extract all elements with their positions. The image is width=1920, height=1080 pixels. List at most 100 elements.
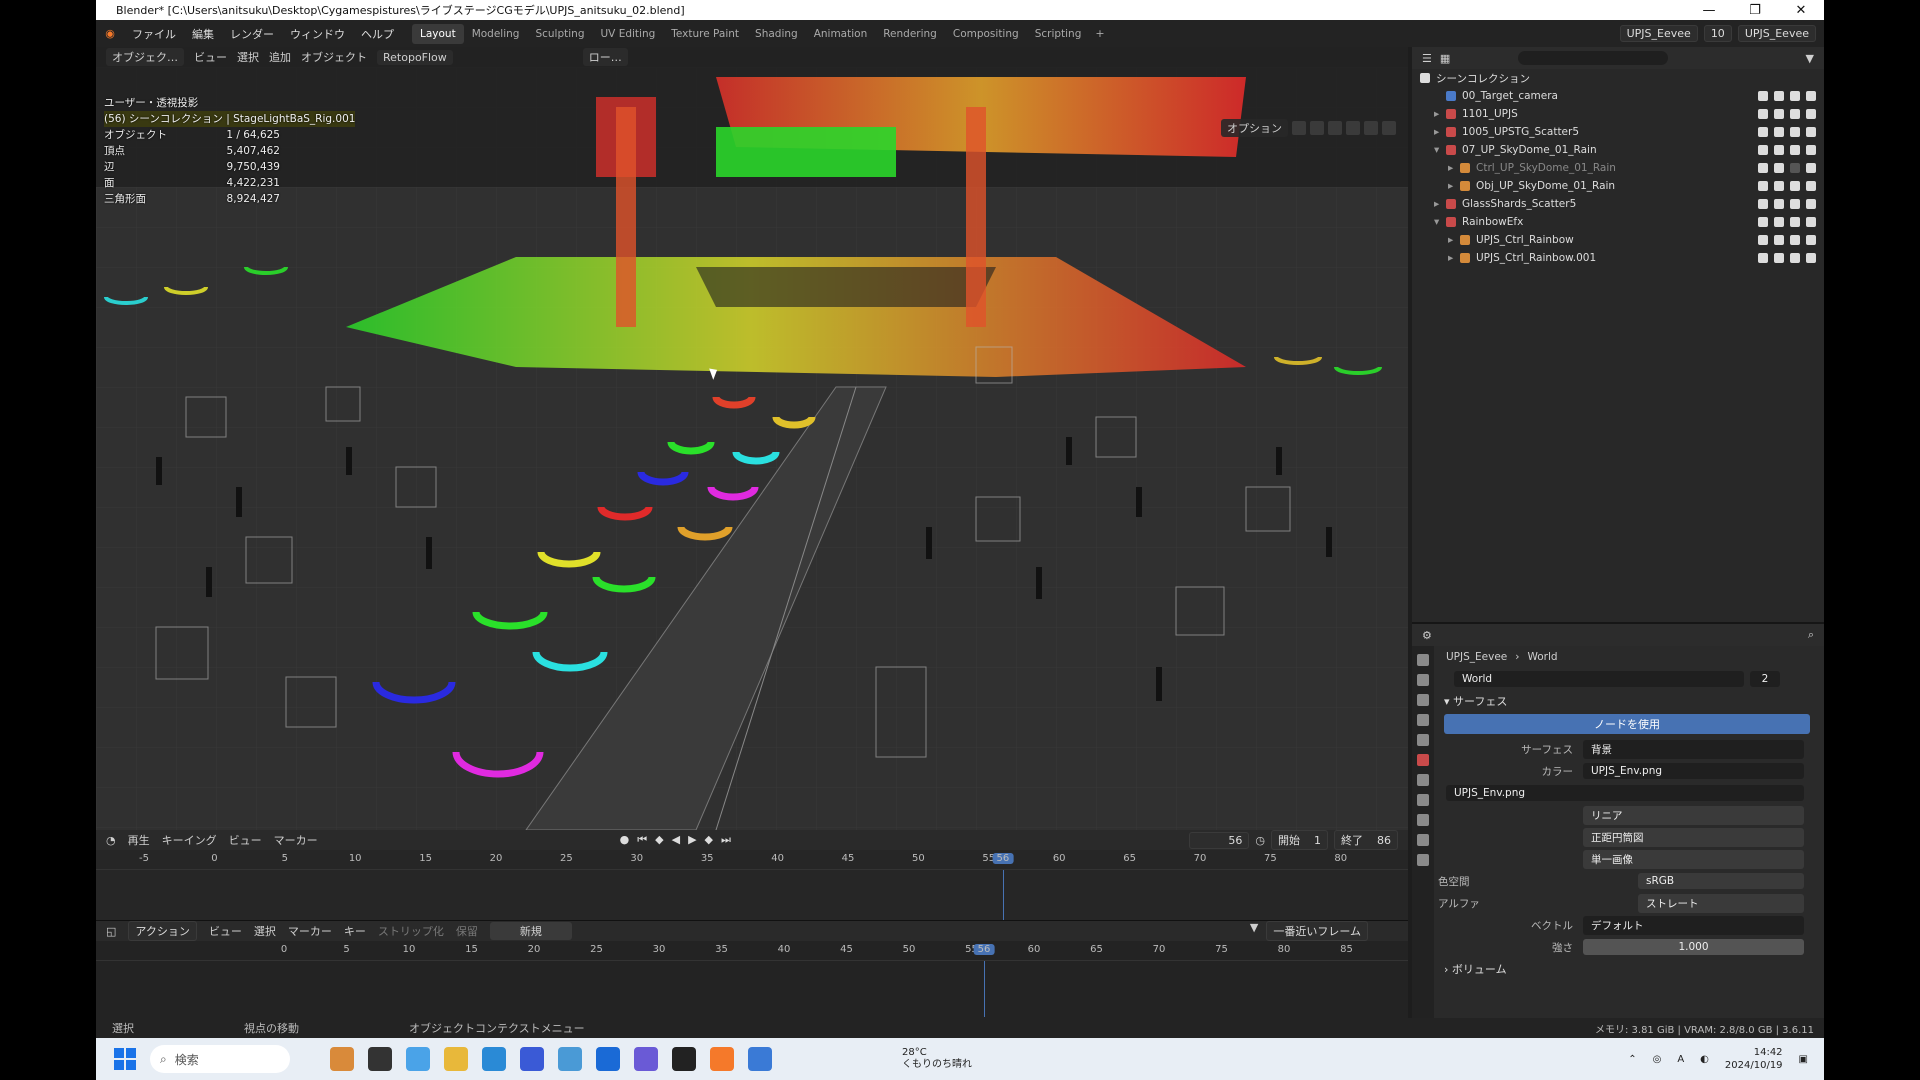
expand-arrow-icon[interactable]: ▾: [1434, 144, 1446, 156]
scene-collection-row[interactable]: シーンコレクション: [1412, 69, 1824, 87]
xray-toggle-icon[interactable]: [1328, 121, 1342, 135]
push-down-button[interactable]: ストリップ化: [378, 923, 444, 939]
action-menu-view[interactable]: ビュー: [209, 923, 242, 939]
workspace-tab[interactable]: UV Editing: [593, 24, 664, 44]
app-icon[interactable]: [558, 1047, 582, 1071]
mode-selector[interactable]: オブジェク…: [106, 48, 184, 66]
projection-dropdown[interactable]: 正距円筒図: [1583, 827, 1804, 847]
checkbox-icon[interactable]: [1758, 145, 1768, 155]
menu-item[interactable]: ファイル: [124, 28, 184, 41]
outliner-row[interactable]: ▸ 1005_UPSTG_Scatter5: [1412, 123, 1824, 141]
breadcrumb-scene[interactable]: UPJS_Eevee: [1438, 651, 1507, 663]
expand-arrow-icon[interactable]: ▸: [1448, 234, 1460, 246]
workspace-tab[interactable]: Rendering: [875, 24, 945, 44]
select-icon[interactable]: [1774, 163, 1784, 173]
blender-logo-icon[interactable]: ◉: [96, 27, 124, 40]
prev-key-icon[interactable]: ◆: [655, 833, 663, 847]
workspace-tab[interactable]: Shading: [747, 24, 806, 44]
render-icon[interactable]: [1806, 127, 1816, 137]
properties-editor[interactable]: ⚙ ⌕ UPJS_Eevee › World World 2 ▾ サーフェス ノ…: [1412, 622, 1824, 1020]
expand-arrow-icon[interactable]: ▸: [1434, 198, 1446, 210]
select-icon[interactable]: [1774, 181, 1784, 191]
workspace-tab[interactable]: Modeling: [464, 24, 528, 44]
checkbox-icon[interactable]: [1758, 91, 1768, 101]
render-icon[interactable]: [1806, 199, 1816, 209]
color-space-dropdown[interactable]: sRGB: [1638, 873, 1804, 889]
physics-tab-icon[interactable]: [1417, 814, 1429, 826]
file-explorer-icon[interactable]: [444, 1047, 468, 1071]
expand-arrow-icon[interactable]: ▸: [1434, 126, 1446, 138]
expand-arrow-icon[interactable]: ▾: [1434, 216, 1446, 228]
network-icon[interactable]: ◎: [1653, 1054, 1662, 1065]
outliner-row[interactable]: ▸ UPJS_Ctrl_Rainbow: [1412, 231, 1824, 249]
jump-end-icon[interactable]: ⏭: [721, 833, 731, 847]
volume-panel-header[interactable]: › ボリューム: [1438, 958, 1820, 980]
select-icon[interactable]: [1774, 199, 1784, 209]
weather-widget[interactable]: 28°C くもりのち晴れ: [902, 1047, 972, 1071]
workspace-tab[interactable]: Scripting: [1027, 24, 1090, 44]
notification-icon[interactable]: ▣: [1799, 1054, 1808, 1065]
output-tab-icon[interactable]: [1417, 694, 1429, 706]
visibility-icon[interactable]: [1790, 127, 1800, 137]
outliner-search-input[interactable]: [1518, 51, 1669, 65]
tray-chevron-icon[interactable]: ⌃: [1628, 1054, 1636, 1065]
menu-item[interactable]: ヘルプ: [353, 28, 402, 41]
action-menu-marker[interactable]: マーカー: [288, 923, 332, 939]
playhead-frame-label[interactable]: 56: [973, 944, 995, 955]
material-shading-icon[interactable]: [1364, 121, 1378, 135]
view-layer-selector[interactable]: UPJS_Eevee: [1737, 25, 1816, 42]
copilot-icon[interactable]: [406, 1047, 430, 1071]
maximize-icon[interactable]: ❐: [1732, 3, 1778, 18]
blender-taskbar-icon[interactable]: [710, 1047, 734, 1071]
world-name-field[interactable]: World: [1454, 671, 1744, 687]
playhead-line[interactable]: [984, 961, 985, 1017]
volume-icon[interactable]: ◐: [1700, 1054, 1709, 1065]
outliner-row[interactable]: ▸ Obj_UP_SkyDome_01_Rain: [1412, 177, 1824, 195]
overlay-toggle-icon[interactable]: [1310, 121, 1324, 135]
object-tab-icon[interactable]: [1417, 774, 1429, 786]
workspace-tab[interactable]: Compositing: [945, 24, 1027, 44]
retopoflow-menu[interactable]: RetopoFlow: [377, 49, 453, 65]
checkbox-icon[interactable]: [1758, 109, 1768, 119]
play-icon[interactable]: ▶: [688, 833, 696, 847]
3d-viewport[interactable]: ユーザー・透視投影 (56) シーンコレクション | StageLightBaS…: [96, 67, 1408, 830]
viewport-menu-view[interactable]: ビュー: [194, 49, 227, 65]
playhead-line[interactable]: [1002, 870, 1004, 920]
world-tab-icon[interactable]: [1417, 754, 1429, 766]
constraint-tab-icon[interactable]: [1417, 834, 1429, 846]
tool-tab-icon[interactable]: [1417, 654, 1429, 666]
frame-start-field[interactable]: 開始 1: [1271, 830, 1328, 850]
playhead-frame-label[interactable]: 56: [992, 853, 1014, 864]
action-menu-key[interactable]: キー: [344, 923, 366, 939]
task-view-icon[interactable]: [368, 1047, 392, 1071]
breadcrumb-world[interactable]: World: [1527, 651, 1557, 663]
action-editor[interactable]: ◱ アクション ビュー 選択 マーカー キー ストリップ化 保留 新規 ▼ 一番…: [96, 920, 1408, 1018]
color-input-field[interactable]: UPJS_Env.png: [1583, 763, 1804, 779]
editor-type-icon[interactable]: ◔: [106, 834, 116, 847]
expand-arrow-icon[interactable]: ▸: [1448, 180, 1460, 192]
visibility-icon[interactable]: [1790, 235, 1800, 245]
checkbox-icon[interactable]: [1758, 163, 1768, 173]
visibility-icon[interactable]: [1790, 253, 1800, 263]
outlook-icon[interactable]: [596, 1047, 620, 1071]
scene-selector[interactable]: UPJS_Eevee: [1619, 25, 1698, 42]
filter-icon[interactable]: ▼: [1806, 52, 1814, 65]
expand-arrow-icon[interactable]: ▸: [1434, 108, 1446, 120]
data-tab-icon[interactable]: [1417, 854, 1429, 866]
timeline-menu-playback[interactable]: 再生: [128, 832, 150, 848]
properties-type-icon[interactable]: ⚙: [1422, 629, 1432, 642]
render-icon[interactable]: [1806, 91, 1816, 101]
windows-start-icon[interactable]: [114, 1048, 136, 1070]
vector-input-field[interactable]: デフォルト: [1583, 915, 1804, 935]
alpha-dropdown[interactable]: ストレート: [1638, 893, 1804, 913]
visibility-icon[interactable]: [1790, 91, 1800, 101]
workspace-tab[interactable]: Layout: [412, 23, 464, 44]
select-icon[interactable]: [1774, 217, 1784, 227]
surface-shader-field[interactable]: 背景: [1583, 739, 1804, 759]
render-icon[interactable]: [1806, 145, 1816, 155]
checkbox-icon[interactable]: [1758, 253, 1768, 263]
use-nodes-button[interactable]: ノードを使用: [1444, 714, 1810, 734]
render-icon[interactable]: [1806, 109, 1816, 119]
properties-search-icon[interactable]: ⌕: [1808, 628, 1814, 642]
image-name-field[interactable]: UPJS_Env.png: [1446, 785, 1804, 801]
